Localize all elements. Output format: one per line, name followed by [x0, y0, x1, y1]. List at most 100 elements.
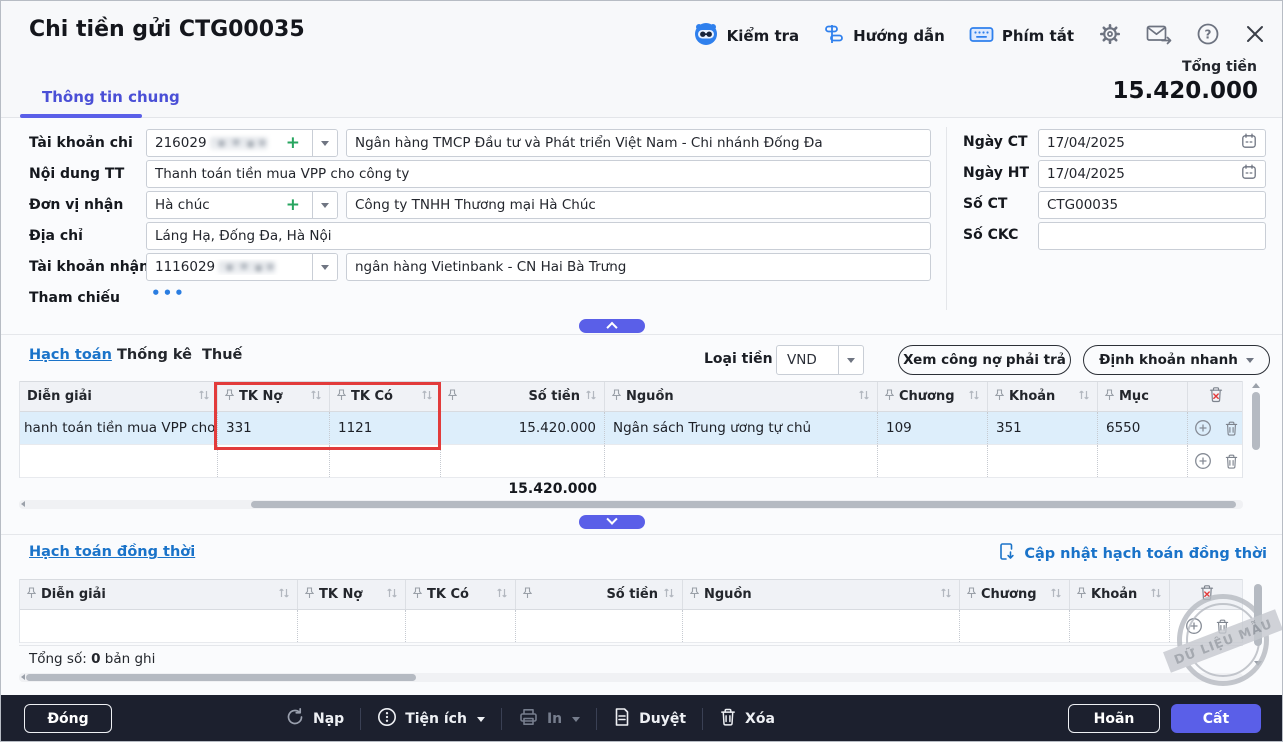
postpone-button[interactable]: Hoãn [1068, 704, 1160, 733]
utilities-button[interactable]: Tiện ích [361, 707, 501, 731]
check-button[interactable]: Kiểm tra [693, 21, 799, 51]
pin-icon[interactable] [304, 586, 315, 603]
vertical-scrollbar[interactable] [1251, 383, 1261, 498]
calendar-icon[interactable] [1241, 164, 1257, 184]
account-in-bank-field[interactable]: ngân hàng Vietinbank - CN Hai Bà Trưng [346, 253, 931, 281]
gear-icon[interactable] [1098, 22, 1122, 50]
pin-icon[interactable] [412, 586, 423, 603]
tab-accounting[interactable]: Hạch toán [29, 347, 112, 363]
update-concurrent-button[interactable]: Cập nhật hạch toán đồng thời [998, 542, 1267, 565]
pin-icon[interactable] [1104, 388, 1115, 405]
pin-icon[interactable] [884, 388, 895, 405]
pin-icon[interactable] [26, 586, 37, 603]
scroll-left-arrow[interactable] [21, 674, 25, 680]
pin-icon[interactable] [689, 586, 700, 603]
vertical-scrollbar[interactable] [1253, 582, 1263, 666]
sort-icon[interactable] [968, 389, 980, 405]
sort-icon[interactable] [421, 389, 433, 405]
pin-icon[interactable] [1076, 586, 1087, 603]
cell-description: hanh toán tiền mua VPP cho... [24, 420, 217, 436]
sort-icon[interactable] [585, 389, 597, 405]
close-button[interactable]: Đóng [24, 704, 112, 733]
sort-icon[interactable] [386, 587, 398, 603]
account-out-combo[interactable]: 216029 + [146, 129, 338, 157]
add-row-icon[interactable] [1194, 452, 1212, 470]
horizontal-scrollbar[interactable] [19, 500, 1243, 509]
add-row-icon[interactable] [1194, 419, 1212, 437]
pin-icon[interactable] [966, 586, 977, 603]
account-in-dropdown[interactable] [312, 254, 337, 280]
add-receiver-icon[interactable]: + [282, 195, 304, 215]
guide-button[interactable]: Hướng dẫn [823, 23, 945, 49]
sort-icon[interactable] [1078, 389, 1090, 405]
scrollbar-thumb[interactable] [251, 501, 1236, 508]
doc-no-field[interactable]: CTG00035 [1038, 191, 1266, 219]
scroll-left-arrow[interactable] [21, 501, 25, 507]
doc-date-field[interactable]: 17/04/2025 [1038, 129, 1266, 157]
collapse-form-button[interactable] [579, 319, 645, 334]
delete-all-icon[interactable] [1208, 386, 1224, 407]
scroll-up-arrow[interactable] [1252, 383, 1260, 388]
reference-more-button[interactable]: ••• [151, 284, 186, 302]
shortcut-button[interactable]: Phím tắt [969, 24, 1074, 48]
sort-icon[interactable] [940, 587, 952, 603]
account-out-dropdown[interactable] [312, 130, 337, 156]
close-icon[interactable] [1244, 23, 1266, 49]
scroll-down-arrow[interactable] [1254, 661, 1262, 666]
delete-row-icon[interactable] [1224, 420, 1239, 437]
check-no-field[interactable] [1038, 222, 1266, 250]
scrollbar-thumb[interactable] [1252, 392, 1260, 450]
pin-icon[interactable] [994, 388, 1005, 405]
account-out-bank-field[interactable]: Ngân hàng TMCP Đầu tư và Phát triển Việt… [346, 129, 931, 157]
address-field[interactable]: Láng Hạ, Đống Đa, Hà Nội [146, 222, 931, 250]
pin-icon[interactable] [224, 388, 235, 405]
sort-icon[interactable] [310, 389, 322, 405]
post-date-field[interactable]: 17/04/2025 [1038, 160, 1266, 188]
pin-icon[interactable] [522, 586, 533, 603]
receiver-dropdown[interactable] [312, 192, 337, 218]
sort-icon[interactable] [858, 389, 870, 405]
concurrent-posting-link[interactable]: Hạch toán đồng thời [29, 544, 195, 560]
view-payables-button[interactable]: Xem công nợ phải trả [898, 345, 1071, 375]
content-field[interactable]: Thanh toán tiền mua VPP cho công ty [146, 160, 931, 188]
scrollbar-thumb[interactable] [26, 674, 416, 681]
sort-icon[interactable] [1150, 587, 1162, 603]
delete-all-icon[interactable] [1199, 584, 1215, 605]
scrollbar-thumb[interactable] [1254, 584, 1262, 646]
sort-icon[interactable] [198, 389, 210, 405]
save-button[interactable]: Cất [1171, 704, 1261, 733]
account-in-combo[interactable]: 1116029 [146, 253, 338, 281]
quick-posting-button[interactable]: Định khoản nhanh [1083, 345, 1270, 375]
sort-icon[interactable] [496, 587, 508, 603]
delete-row-icon[interactable] [1224, 453, 1239, 470]
print-button[interactable]: In [502, 707, 596, 731]
approve-button[interactable]: Duyệt [597, 707, 702, 731]
add-account-icon[interactable]: + [282, 133, 304, 153]
table-row[interactable]: hanh toán tiền mua VPP cho... 331 1121 1… [20, 412, 1242, 445]
horizontal-scrollbar[interactable] [19, 673, 1243, 682]
sort-icon[interactable] [278, 587, 290, 603]
pin-icon[interactable] [447, 388, 458, 405]
reload-button[interactable]: Nạp [269, 707, 360, 731]
sort-icon[interactable] [1050, 587, 1062, 603]
collapse-detail-button[interactable] [579, 513, 645, 529]
document-icon [613, 707, 631, 731]
pin-icon[interactable] [611, 388, 622, 405]
table-row-empty[interactable] [20, 445, 1242, 478]
tab-general-info[interactable]: Thông tin chung [42, 88, 180, 106]
help-icon[interactable]: ? [1196, 22, 1220, 50]
tab-statistics[interactable]: Thống kê [117, 347, 192, 363]
receiver-combo[interactable]: Hà chúc + [146, 191, 338, 219]
pin-icon[interactable] [336, 388, 347, 405]
delete-row-icon[interactable] [1215, 618, 1230, 635]
mail-send-icon[interactable] [1146, 23, 1172, 49]
tab-tax[interactable]: Thuế [202, 347, 242, 363]
receiver-company-field[interactable]: Công ty TNHH Thương mại Hà Chúc [346, 191, 931, 219]
add-row-icon[interactable] [1185, 617, 1203, 635]
table-row-empty[interactable] [20, 610, 1242, 643]
currency-dropdown[interactable] [838, 346, 863, 374]
calendar-icon[interactable] [1241, 133, 1257, 153]
currency-select[interactable]: VND [776, 345, 864, 375]
delete-button[interactable]: Xóa [703, 707, 791, 731]
sort-icon[interactable] [663, 587, 675, 603]
